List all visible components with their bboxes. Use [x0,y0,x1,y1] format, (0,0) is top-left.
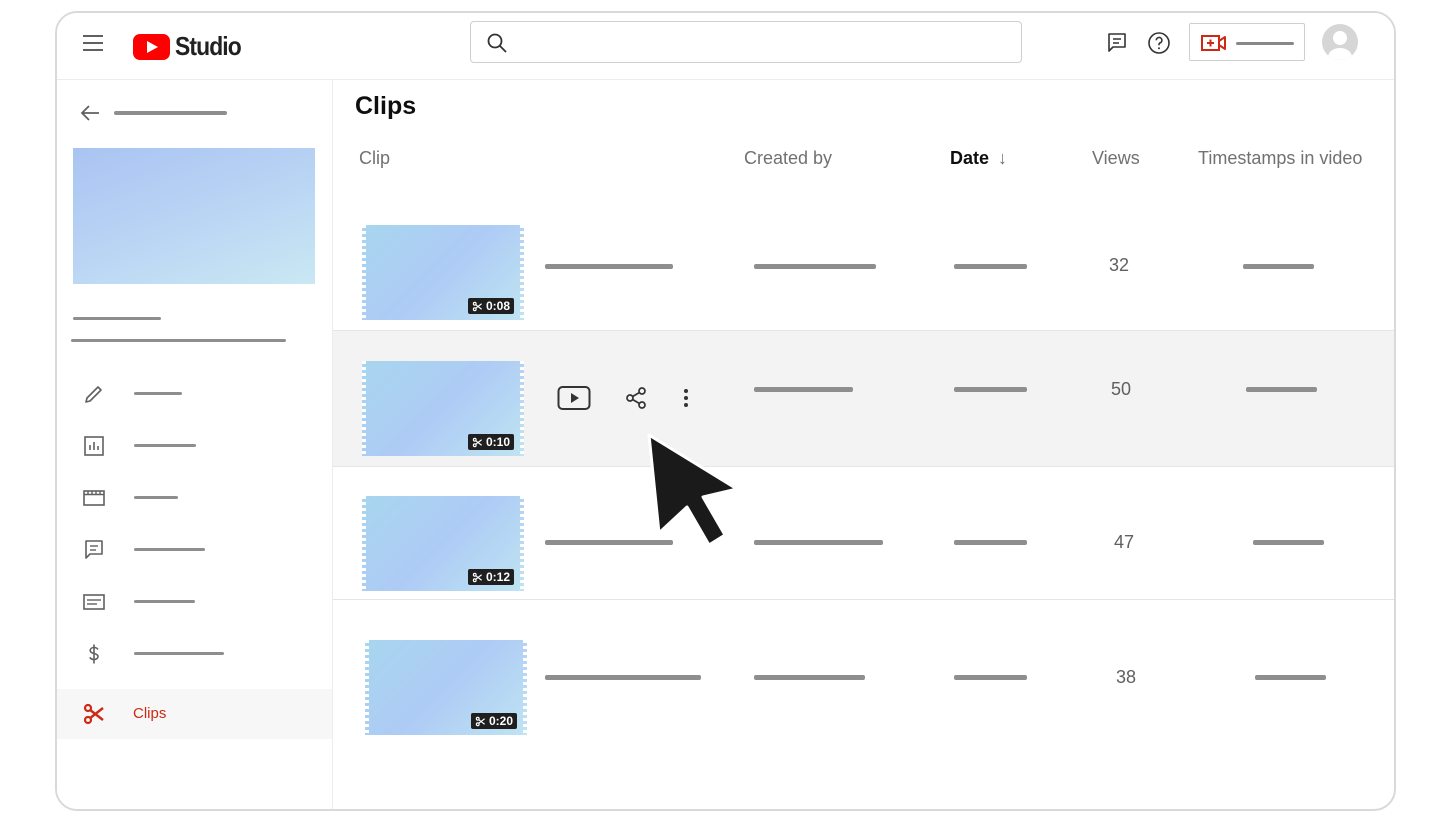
analytics-icon [84,436,104,456]
sidebar-item-clips[interactable]: Clips [57,689,332,739]
timestamps-placeholder [1253,540,1324,545]
scissors-icon [472,301,482,311]
create-label-placeholder [1236,42,1294,45]
timestamps-placeholder [1243,264,1314,269]
sidebar-item-editor[interactable] [57,473,332,523]
clip-title-placeholder [545,675,701,680]
create-button[interactable] [1189,23,1305,61]
clip-duration: 0:08 [485,299,510,313]
create-video-icon [1201,35,1226,51]
editor-icon [83,490,105,506]
date-placeholder [954,387,1027,392]
sidebar-item-analytics[interactable] [57,421,332,471]
clip-thumbnail[interactable]: 0:10 [362,361,524,456]
views-count: 47 [1114,532,1135,552]
feedback-icon[interactable] [1105,31,1129,55]
subtitles-icon [83,594,105,610]
play-icon[interactable] [557,383,591,413]
sidebar-item-details[interactable] [57,369,332,419]
sidebar-item-subtitles[interactable] [57,577,332,627]
back-arrow-icon[interactable] [79,102,101,124]
clip-duration: 0:12 [485,570,510,584]
clips-panel: Clips Clip Created by Date ↓ Views Times… [333,80,1394,809]
date-placeholder [954,540,1027,545]
search-box[interactable] [470,21,1022,63]
sidebar: Clips [57,80,333,809]
timestamps-placeholder [1246,387,1317,392]
clip-duration-badge: 0:12 [467,569,514,585]
avatar-icon [1328,31,1352,60]
share-icon[interactable] [619,383,653,413]
logo-text: Studio [175,31,242,61]
clip-duration-badge: 0:20 [470,713,517,729]
table-row[interactable]: 0:08 32 [333,196,1394,331]
search-input[interactable] [519,28,1003,58]
nav-label-placeholder [134,548,205,551]
column-header-date-label: Date [950,148,990,168]
sidebar-item-label: Clips [133,705,167,722]
nav-label-placeholder [134,600,195,603]
pencil-icon [85,386,102,403]
creator-placeholder [754,264,876,269]
clip-thumbnail[interactable]: 0:12 [362,496,524,591]
search-icon [487,33,507,53]
scissors-icon [472,572,482,582]
scissors-icon [475,716,485,726]
clip-duration-badge: 0:08 [467,298,514,314]
table-row[interactable]: 0:20 38 [333,600,1394,740]
help-icon[interactable] [1147,31,1171,55]
sort-arrow-icon: ↓ [998,148,1008,168]
more-icon[interactable] [669,383,703,413]
creator-placeholder [754,387,853,392]
back-label-placeholder [114,111,227,115]
creator-placeholder [754,540,883,545]
video-thumbnail[interactable] [73,148,315,284]
clip-thumbnail[interactable]: 0:08 [362,225,524,320]
avatar[interactable] [1322,24,1358,60]
nav-label-placeholder [134,652,224,655]
views-count: 32 [1109,255,1130,275]
views-count: 38 [1116,667,1137,687]
column-header-clip: Clip [359,148,391,168]
creator-placeholder [754,675,865,680]
timestamps-placeholder [1255,675,1326,680]
clip-duration: 0:10 [485,435,510,449]
table-row[interactable]: 0:10 50 [333,331,1394,467]
nav-label-placeholder [134,496,178,499]
column-header-date[interactable]: Date ↓ [950,148,1007,169]
table-row[interactable]: 0:12 47 [333,467,1394,600]
date-placeholder [954,675,1027,680]
column-header-timestamps: Timestamps in video [1198,148,1363,168]
clip-thumbnail[interactable]: 0:20 [365,640,527,735]
comments-icon [85,540,103,559]
scissors-icon [83,703,104,725]
studio-logo[interactable]: Studio [133,31,250,62]
clip-duration: 0:20 [488,714,513,728]
scissors-icon [472,437,482,447]
page-title: Clips [355,92,417,120]
mouse-cursor-icon [647,433,739,547]
views-count: 50 [1111,379,1132,399]
nav-label-placeholder [134,444,196,447]
clip-title-placeholder [545,264,673,269]
nav-label-placeholder [134,392,182,395]
youtube-play-icon [133,33,170,60]
sidebar-item-comments[interactable] [57,525,332,575]
column-header-created-by[interactable]: Created by [744,148,832,169]
clip-duration-badge: 0:10 [467,434,514,450]
menu-icon[interactable] [83,35,103,51]
date-placeholder [954,264,1027,269]
top-bar: Studio [57,13,1394,80]
column-header-views[interactable]: Views [1092,148,1140,169]
video-title-placeholder [73,317,161,320]
monetization-icon [89,644,99,664]
sidebar-item-monetization[interactable] [57,629,332,679]
app-window: Studio Clips Clips Clip Created by Date … [55,11,1396,811]
video-subtitle-placeholder [71,339,286,342]
